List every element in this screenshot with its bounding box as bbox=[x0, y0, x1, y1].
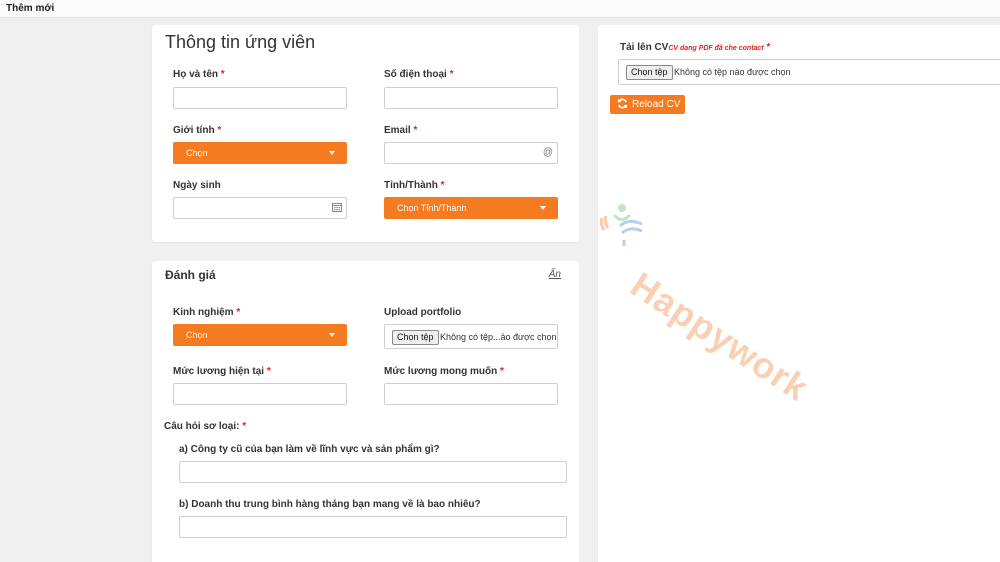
cv-upload-card: Tải lên CVCV dạng PDF đã che contact * C… bbox=[598, 25, 1000, 562]
phone-input[interactable] bbox=[384, 87, 558, 109]
candidate-info-card: Thông tin ứng viên Họ và tên * Số điện t… bbox=[152, 25, 579, 242]
required-mark: * bbox=[440, 180, 445, 191]
reload-cv-label: Reload CV bbox=[632, 99, 681, 110]
required-mark: * bbox=[236, 307, 241, 318]
dob-label: Ngày sinh bbox=[173, 180, 221, 191]
caret-down-icon bbox=[540, 206, 546, 210]
dob-input[interactable] bbox=[173, 197, 347, 219]
experience-label: Kinh nghiệm * bbox=[173, 307, 240, 318]
province-label-text: Tỉnh/Thành bbox=[384, 180, 438, 191]
gender-label-text: Giới tính bbox=[173, 125, 215, 136]
question-a-label: a) Công ty cũ của bạn làm về lĩnh vực và… bbox=[179, 444, 440, 455]
experience-select[interactable]: Chọn bbox=[173, 324, 347, 346]
hide-link[interactable]: Ẩn bbox=[549, 269, 561, 280]
gender-select-value: Chọn bbox=[186, 148, 208, 158]
experience-select-value: Chọn bbox=[186, 330, 208, 340]
current-salary-label: Mức lương hiện tại * bbox=[173, 366, 271, 377]
required-mark: * bbox=[220, 69, 225, 80]
cv-label: Tải lên CVCV dạng PDF đã che contact * bbox=[620, 42, 770, 53]
question-a-input[interactable] bbox=[179, 461, 567, 483]
current-salary-input[interactable] bbox=[173, 383, 347, 405]
experience-label-text: Kinh nghiệm bbox=[173, 307, 234, 318]
caret-down-icon bbox=[329, 151, 335, 155]
required-mark: * bbox=[266, 366, 271, 377]
phone-label-text: Số điện thoại bbox=[384, 69, 447, 80]
question-b-label: b) Doanh thu trung bình hàng tháng bạn m… bbox=[179, 499, 481, 510]
calendar-icon[interactable] bbox=[332, 202, 342, 215]
required-mark: * bbox=[500, 366, 504, 377]
portfolio-label-text: Upload portfolio bbox=[384, 307, 462, 318]
required-mark: * bbox=[413, 125, 418, 136]
expected-salary-label-text: Mức lương mong muốn bbox=[384, 366, 498, 377]
province-label: Tỉnh/Thành * bbox=[384, 180, 445, 191]
portfolio-file-input[interactable]: Chọn tệp Không có tệp...ảo được chọn bbox=[384, 324, 558, 349]
top-bar: Thêm mới bbox=[0, 0, 1000, 18]
current-salary-label-text: Mức lương hiện tại bbox=[173, 366, 265, 377]
province-select-value: Chọn Tỉnh/Thành bbox=[397, 203, 467, 213]
name-input[interactable] bbox=[173, 87, 347, 109]
required-mark: * bbox=[217, 125, 222, 136]
screening-label: Câu hỏi sơ loại: * bbox=[164, 421, 246, 432]
candidate-info-title: Thông tin ứng viên bbox=[165, 32, 316, 52]
dob-label-text: Ngày sinh bbox=[173, 180, 221, 191]
province-select[interactable]: Chọn Tỉnh/Thành bbox=[384, 197, 558, 219]
expected-salary-label: Mức lương mong muốn * bbox=[384, 366, 504, 377]
cv-file-input[interactable]: Chọn tệp Không có tệp nào được chọn bbox=[618, 59, 1000, 85]
gender-label: Giới tính * bbox=[173, 125, 221, 136]
gender-select[interactable]: Chọn bbox=[173, 142, 347, 164]
portfolio-file-status: Không có tệp...ảo được chọn bbox=[440, 332, 557, 342]
evaluation-title: Đánh giá bbox=[165, 268, 216, 282]
expected-salary-input[interactable] bbox=[384, 383, 558, 405]
reload-cv-button[interactable]: Reload CV bbox=[610, 95, 685, 114]
screening-label-text: Câu hỏi sơ loại: bbox=[164, 421, 240, 432]
portfolio-choose-file-button[interactable]: Chọn tệp bbox=[392, 330, 439, 345]
name-label: Họ và tên * bbox=[173, 69, 225, 80]
caret-down-icon bbox=[329, 333, 335, 337]
required-mark: * bbox=[766, 42, 771, 53]
email-input[interactable]: @ bbox=[384, 142, 558, 164]
at-icon: @ bbox=[542, 147, 553, 158]
cv-choose-file-button[interactable]: Chọn tệp bbox=[626, 65, 673, 80]
required-mark: * bbox=[449, 69, 454, 80]
phone-label: Số điện thoại * bbox=[384, 69, 453, 80]
question-b-input[interactable] bbox=[179, 516, 567, 538]
cv-hint: CV dạng PDF đã che contact bbox=[668, 45, 764, 52]
refresh-icon bbox=[617, 98, 628, 112]
portfolio-label: Upload portfolio bbox=[384, 307, 461, 318]
cv-label-text: Tải lên CV bbox=[620, 42, 669, 53]
name-label-text: Họ và tên bbox=[173, 69, 219, 80]
page-title: Thêm mới bbox=[6, 3, 55, 14]
email-label: Email * bbox=[384, 125, 417, 136]
cv-file-status: Không có tệp nào được chọn bbox=[674, 67, 791, 77]
required-mark: * bbox=[242, 421, 247, 432]
evaluation-card: Đánh giá Ẩn Kinh nghiệm * Chọn Upload po… bbox=[152, 261, 579, 562]
email-label-text: Email bbox=[384, 125, 411, 136]
